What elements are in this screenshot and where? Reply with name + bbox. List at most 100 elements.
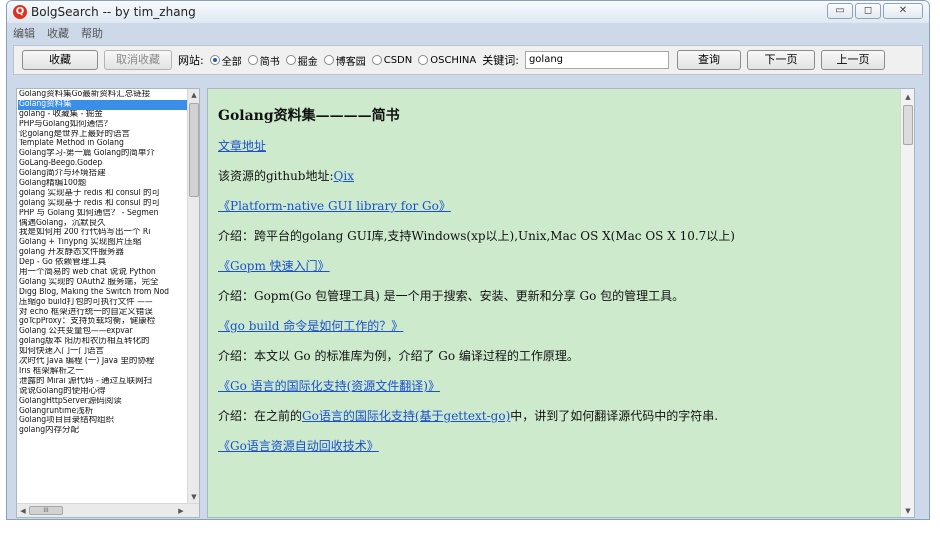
list-item[interactable]: 次时代 Java 编程 (一) Java 里的协程 [18, 357, 187, 367]
site-radio-label: 全部 [221, 56, 242, 68]
list-scroll-thumb[interactable] [189, 103, 199, 197]
list-item[interactable]: Digg Blog, Making the Switch from Nod [18, 288, 187, 298]
list-item[interactable]: GolangHttpServer源码阅读 [18, 397, 187, 407]
radio-icon [285, 55, 296, 65]
site-radio-label: 简书 [259, 56, 280, 68]
unfavorite-button[interactable]: 取消收藏 [104, 50, 172, 70]
site-radio-label: OSCHINA [430, 54, 477, 66]
list-item[interactable]: 偶遇Golang，沉默良久 [18, 219, 187, 229]
menu-bar: 编辑 收藏 帮助 [11, 25, 103, 41]
scroll-left-icon[interactable]: ◀ [17, 505, 29, 517]
list-item[interactable]: Golang 实现的 OAuth2 服务端，完全 [18, 278, 187, 288]
list-item[interactable]: 如何快速入门一门语言 [18, 347, 187, 357]
list-item[interactable]: Dep - Go 依赖管理工具 [18, 258, 187, 268]
menu-favorites[interactable]: 收藏 [47, 25, 69, 41]
content-scroll-down-icon[interactable]: ▼ [902, 505, 914, 517]
resource-link-gopm[interactable]: 《Gopm 快速入门》 [218, 257, 898, 273]
favorite-button[interactable]: 收藏 [22, 50, 98, 70]
window-controls: ▭ ◻ ✕ [827, 3, 923, 19]
content-scroll-thumb[interactable] [903, 105, 913, 145]
content-vertical-scrollbar[interactable]: ▲ ▼ [900, 89, 914, 517]
list-item[interactable]: Template Method in Golang [18, 139, 187, 149]
github-link[interactable]: Qix [334, 169, 354, 183]
resource-link-gobuild[interactable]: 《go build 命令是如何工作的？》 [218, 317, 898, 333]
next-page-button[interactable]: 下一页 [746, 50, 815, 70]
article-title: Golang资料集————简书 [218, 108, 400, 124]
list-item[interactable]: golang 实现基于 redis 和 consul 的可 [18, 199, 187, 209]
list-item[interactable]: Golang项目目录结构组织 [18, 416, 187, 426]
list-item[interactable]: Golang简介与环境搭建 [18, 169, 187, 179]
keyword-label: 关键词: [482, 54, 519, 67]
list-item[interactable]: golang版本 阳历和农历相互转化的 [18, 337, 187, 347]
list-item[interactable]: Golang学习-第一篇 Golang的简单介 [18, 149, 187, 159]
article-link[interactable]: 文章地址 [218, 137, 898, 153]
list-item[interactable]: golang 开发静态文件服务器 [18, 248, 187, 258]
toolbar: 收藏 取消收藏 网站: 全部 简书 掘金 博客园 CSDN OSCHINA 关键… [13, 45, 923, 75]
list-horizontal-scrollbar[interactable]: ◀ III ▶ [17, 503, 199, 517]
title-bar: Q BolgSearch -- by tim_zhang ▭ ◻ ✕ [7, 1, 929, 23]
github-text: 该资源的github地址: [218, 169, 334, 183]
scroll-up-icon[interactable]: ▲ [188, 89, 199, 101]
github-paragraph: 该资源的github地址:Qix [218, 167, 898, 183]
resource-desc-gui: 介绍：跨平台的golang GUI库,支持Windows(xp以上),Unix,… [218, 229, 735, 243]
list-item[interactable]: golang内存分配 [18, 426, 187, 436]
prev-page-button[interactable]: 上一页 [820, 50, 885, 70]
radio-selected-icon [209, 55, 220, 65]
list-item[interactable]: goTcpProxy：支持负载均衡，健康检 [18, 317, 187, 327]
site-radio-label: CSDN [383, 54, 413, 66]
i18n-inline-link[interactable]: Go语言的国际化支持(基于gettext-go) [302, 409, 510, 423]
list-item[interactable]: Iris 框架解析之一 [18, 367, 187, 377]
list-item[interactable]: golang - 收藏集 - 掘金 [18, 110, 187, 120]
site-radio-all[interactable]: 全部 [209, 53, 242, 68]
list-item[interactable]: Golangruntime浅析 [18, 407, 187, 417]
list-item[interactable]: Golang 公共变量包——expvar [18, 327, 187, 337]
list-item[interactable]: 用一个简易的 web chat 说说 Python [18, 268, 187, 278]
close-button[interactable]: ✕ [883, 3, 923, 19]
scroll-down-icon[interactable]: ▼ [188, 491, 199, 503]
list-item[interactable]: 压缩go build打包的可执行文件 —— [18, 298, 187, 308]
site-radio-oschina[interactable]: OSCHINA [418, 55, 476, 66]
menu-help[interactable]: 帮助 [81, 25, 103, 41]
resource-link-gui[interactable]: 《Platform-native GUI library for Go》 [218, 197, 898, 213]
site-radio-cnblogs[interactable]: 博客园 [323, 53, 366, 68]
scroll-right-icon[interactable]: ▶ [175, 505, 187, 517]
list-item[interactable]: 论golang是世界上最好的语言 [18, 130, 187, 140]
article-body: Golang资料集————简书 文章地址 该资源的github地址:Qix 《P… [218, 105, 898, 453]
query-button[interactable]: 查询 [676, 50, 741, 70]
list-hscroll-thumb[interactable]: III [29, 506, 63, 515]
list-item[interactable]: 我是如何用 200 行代码写出一个 Ri [18, 228, 187, 238]
resource-link-gc[interactable]: 《Go语言资源自动回收技术》 [218, 437, 898, 453]
resource-link-i18n[interactable]: 《Go 语言的国际化支持(资源文件翻译)》 [218, 377, 898, 393]
i18n-text-prefix: 介绍：在之前的 [218, 409, 303, 423]
list-item[interactable]: Golang资料集 [18, 99, 187, 110]
list-item[interactable]: GoLang-Beego.Godep [18, 159, 187, 169]
menu-edit[interactable]: 编辑 [13, 25, 35, 41]
list-item[interactable]: 泄露的 Mirai 源代码 - 通过互联网扫 [18, 377, 187, 387]
content-scroll-up-icon[interactable]: ▲ [902, 91, 914, 103]
site-radio-label: 博客园 [335, 56, 366, 68]
list-item[interactable]: PHP 与 Golang 如何通信？ - Segmen [18, 209, 187, 219]
app-logo-icon: Q [13, 5, 27, 19]
site-radio-csdn[interactable]: CSDN [371, 54, 413, 66]
list-item[interactable]: Golang + Tinypng 实现图片压缩 [18, 238, 187, 248]
list-item[interactable]: golang 实现基于 redis 和 consul 的可 [18, 189, 187, 199]
keyword-input[interactable]: golang [524, 51, 669, 69]
article-content-panel: Golang资料集————简书 文章地址 该资源的github地址:Qix 《P… [207, 88, 915, 518]
list-vertical-scrollbar[interactable]: ▲ ▼ [187, 89, 199, 503]
maximize-button[interactable]: ◻ [855, 3, 881, 19]
resource-desc-gopm: 介绍：Gopm(Go 包管理工具) 是一个用于搜索、安装、更新和分享 Go 包的… [218, 289, 685, 303]
list-item[interactable]: Golang精编100题 [18, 179, 187, 189]
site-radio-juejin[interactable]: 掘金 [285, 53, 318, 68]
radio-icon [323, 55, 334, 65]
list-item[interactable]: PHP与Golang如何通信？ [18, 120, 187, 130]
site-radio-label: 掘金 [297, 56, 318, 68]
resource-desc-gobuild: 介绍：本文以 Go 的标准库为例，介绍了 Go 编译过程的工作原理。 [218, 349, 579, 363]
radio-icon [418, 55, 429, 65]
site-radio-jianshu[interactable]: 简书 [247, 53, 280, 68]
minimize-button[interactable]: ▭ [827, 3, 853, 19]
list-item[interactable]: 说说Golang的使用心得 [18, 387, 187, 397]
list-item[interactable]: Golang资料集Go最新资料汇总链接 [18, 90, 187, 100]
i18n-text-suffix: 中，讲到了如何翻译源代码中的字符串. [510, 409, 719, 423]
window-title: BolgSearch -- by tim_zhang [31, 5, 196, 19]
list-item[interactable]: 对 echo 框架进行统一的自定义错误 [18, 308, 187, 318]
